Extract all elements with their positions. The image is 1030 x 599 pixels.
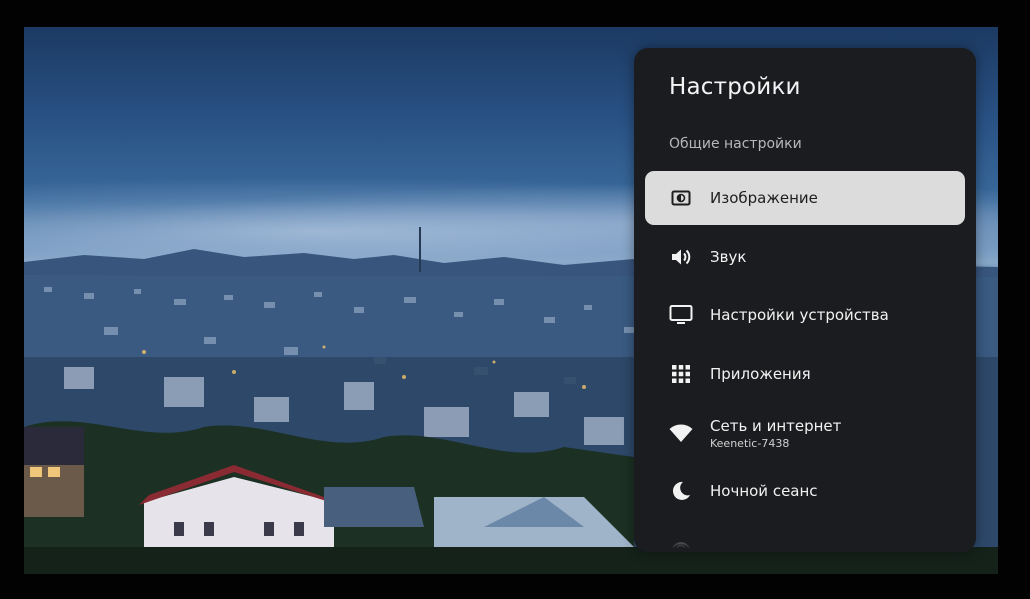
speaker-icon <box>669 245 693 269</box>
menu-item-label: Звук <box>710 248 747 266</box>
tv-bezel: Настройки Общие настройки Изображение Зв… <box>0 0 1030 599</box>
menu-item-picture[interactable]: Изображение <box>645 171 965 225</box>
apps-grid-icon <box>669 362 693 386</box>
menu-item-device-settings[interactable]: Настройки устройства <box>645 288 965 342</box>
menu-item-label: Сеть и интернет <box>710 416 842 435</box>
settings-title: Настройки <box>669 74 801 100</box>
moon-icon <box>669 479 693 503</box>
menu-item-label: Настройки устройства <box>710 306 889 324</box>
network-name: Keenetic-7438 <box>710 436 790 450</box>
menu-item-sound[interactable]: Звук <box>645 230 965 284</box>
menu-item-network[interactable]: Сеть и интернет Keenetic-7438 <box>645 406 965 460</box>
wifi-icon <box>669 421 693 445</box>
menu-item-label: Ночной сеанс <box>710 482 818 500</box>
menu-item-label: Приложения <box>710 365 811 383</box>
menu-item-apps[interactable]: Приложения <box>645 347 965 401</box>
settings-panel: Настройки Общие настройки Изображение Зв… <box>634 48 976 552</box>
general-settings-header: Общие настройки <box>669 136 802 152</box>
picture-mode-icon <box>669 186 693 210</box>
menu-item-label: Изображение <box>710 189 818 207</box>
list-scroll-fade <box>634 522 976 552</box>
menu-item-night-mode[interactable]: Ночной сеанс <box>645 464 965 518</box>
tv-monitor-icon <box>669 303 693 327</box>
